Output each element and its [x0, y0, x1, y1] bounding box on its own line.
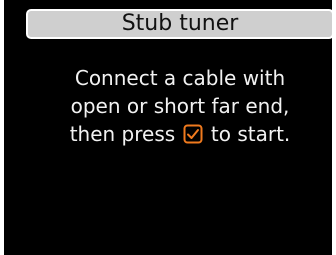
device-screen: Stub tuner Connect a cable with open or …: [4, 0, 332, 255]
instruction-line-1: Connect a cable with: [74, 66, 286, 90]
instruction-line-2: open or short far end,: [70, 94, 290, 118]
title-bar: Stub tuner: [26, 9, 332, 39]
instruction-line-3: then press to start.: [26, 120, 332, 148]
instruction-text-after-icon: to start.: [210, 122, 291, 146]
checkbox-checked-icon: [183, 124, 203, 144]
instruction-message: Connect a cable with open or short far e…: [26, 64, 332, 148]
instruction-text-before-icon: then press: [69, 122, 176, 146]
page-title: Stub tuner: [121, 11, 239, 36]
checkbox-checked-icon-graphic: [183, 124, 203, 144]
